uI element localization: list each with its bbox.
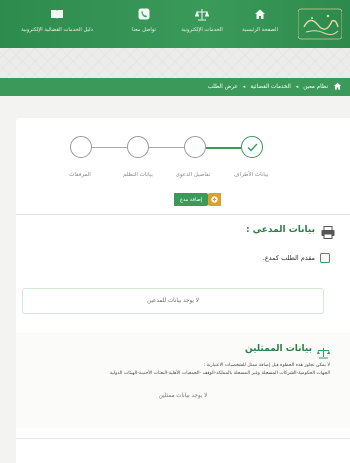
divider	[16, 214, 350, 215]
breadcrumb-item[interactable]: الخدمات القضائية	[250, 84, 290, 90]
step-label: المرفقات	[69, 172, 91, 178]
breadcrumb-item: عرض الطلب	[207, 84, 238, 90]
home-icon[interactable]	[333, 82, 342, 92]
printer-icon	[321, 224, 335, 243]
step-label: تفاصيل الدعوى	[175, 172, 211, 178]
step-case-details[interactable]	[184, 136, 206, 158]
phone-icon	[138, 6, 150, 22]
nav-contact[interactable]: تواصل معنا	[114, 6, 174, 33]
step-label: بيانات الأطراف	[233, 172, 269, 178]
applicant-as-plaintiff-checkbox[interactable]	[320, 253, 330, 263]
nav-home[interactable]: الصفحة الرئيسية	[230, 6, 290, 33]
breadcrumb-item[interactable]: نظام معين	[303, 84, 328, 90]
plus-icon	[208, 193, 222, 206]
representatives-section-title: بيانات الممثلين	[244, 344, 312, 354]
representatives-note-line1: لا يمكن تجاوز هذه الخطوة قبل إضافة ممثل …	[203, 363, 330, 368]
decorative-pattern-strip	[0, 48, 350, 78]
plaintiff-section-title: بيانات المدعي :	[245, 225, 315, 235]
nav-label: الصفحة الرئيسية	[242, 27, 278, 33]
step-attachments[interactable]	[70, 136, 92, 158]
diwan-logo[interactable]	[297, 7, 343, 41]
step-connector	[92, 147, 127, 148]
nav-guide[interactable]: دليل الخدمات القضائية الإلكترونية	[12, 6, 102, 33]
app-header: الصفحة الرئيسية الخدمات الإلكترونية تواص…	[0, 0, 350, 48]
step-grievance[interactable]	[127, 136, 149, 158]
add-plaintiff-label: إضافة مدع	[174, 193, 209, 206]
step-connector	[149, 147, 184, 148]
step-connector	[206, 147, 241, 149]
nav-eservices[interactable]: الخدمات الإلكترونية	[172, 6, 232, 33]
representatives-icon	[317, 344, 330, 363]
representatives-note-line2: الجهات الحكومية-الشركات المسجلة وغير الم…	[109, 371, 330, 376]
add-plaintiff-button[interactable]: إضافة مدع	[174, 193, 222, 206]
step-parties[interactable]	[241, 136, 263, 158]
plaintiff-empty-state: لا يوجد بيانات للمدعين	[22, 288, 324, 314]
step-label: بيانات التظلم	[123, 172, 153, 178]
check-icon	[247, 143, 258, 152]
next-section-panel	[16, 438, 350, 463]
nav-label: الخدمات الإلكترونية	[181, 27, 223, 33]
book-icon	[50, 6, 64, 22]
breadcrumb-separator: ◂	[295, 84, 299, 90]
breadcrumb-separator: ◂	[242, 84, 246, 90]
home-icon	[254, 6, 266, 22]
breadcrumb: نظام معين ◂ الخدمات القضائية ◂ عرض الطلب	[0, 78, 350, 96]
nav-label: تواصل معنا	[132, 27, 156, 33]
representatives-empty-state: لا يوجد بيانات ممثلين	[158, 393, 208, 399]
nav-label: دليل الخدمات القضائية الإلكترونية	[21, 27, 93, 33]
scales-icon	[195, 6, 209, 22]
applicant-as-plaintiff-label: مقدم الطلب كمدع.	[262, 254, 315, 262]
